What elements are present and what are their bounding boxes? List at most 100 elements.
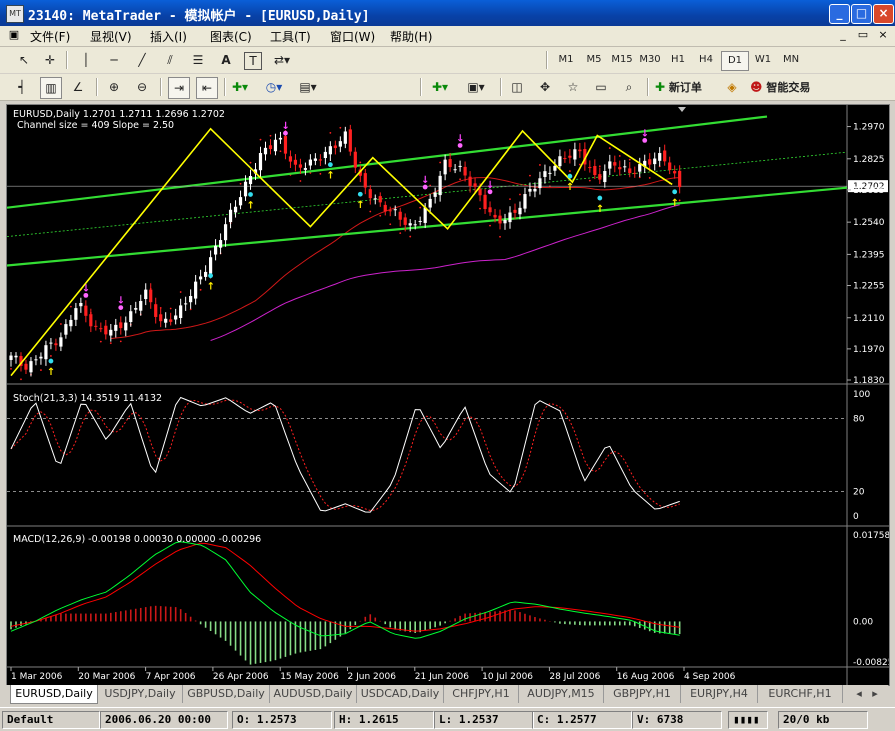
- mdi-minimize-icon[interactable]: _: [835, 28, 851, 42]
- tab-gbpusd-daily[interactable]: GBPUSD,Daily: [183, 685, 270, 703]
- terminal-icon[interactable]: ▭: [591, 77, 611, 97]
- stochastic-tick-label: 20: [853, 488, 865, 498]
- line-chart-icon[interactable]: ∠: [68, 77, 88, 97]
- arrows-dropdown-icon[interactable]: ⇄▾: [272, 50, 292, 70]
- horizontal-line-icon[interactable]: ─: [104, 50, 124, 70]
- metatrader-app-icon[interactable]: MT: [6, 5, 24, 23]
- title-bar[interactable]: MT 23140: MetaTrader - 模拟帐户 - [EURUSD,Da…: [0, 0, 895, 26]
- candle-body: [238, 197, 243, 206]
- menu-file[interactable]: 文件(F): [30, 28, 70, 45]
- parabolic-sar-dot: [399, 232, 402, 234]
- timeframe-h4[interactable]: H4: [693, 51, 719, 69]
- candle-body: [273, 139, 278, 152]
- folder-star-icon[interactable]: ☆: [563, 77, 583, 97]
- chart-canvas[interactable]: 1.2702 ↑ ↓ ↑ ↓ ↑ ↓ ↓ ↑ ↑ ↓ ↑ ↓ ↑ ↑ ↓ 1.2970 1.2825 1.268…: [7, 105, 889, 685]
- autoscroll-icon[interactable]: ⇥: [168, 77, 190, 99]
- candle-body: [318, 159, 322, 161]
- alert-icon[interactable]: ◈: [722, 77, 742, 97]
- menu-insert[interactable]: 插入(I): [150, 28, 187, 45]
- candle-body: [383, 204, 387, 212]
- candle-body: [558, 156, 562, 167]
- zoom-out-icon[interactable]: ⊖: [132, 77, 152, 97]
- timeframe-mn[interactable]: MN: [778, 51, 804, 69]
- status-traffic: 20/0 kb: [778, 711, 868, 729]
- timeframe-m15[interactable]: M15: [609, 51, 635, 69]
- text-label-icon[interactable]: T: [244, 52, 262, 70]
- periods-dropdown-icon[interactable]: ◷▾: [264, 77, 284, 97]
- candle-body: [54, 343, 58, 346]
- tab-eurchf-h1[interactable]: EURCHF,H1: [758, 685, 843, 703]
- menu-window[interactable]: 窗口(W): [330, 28, 375, 45]
- menu-view[interactable]: 显视(V): [90, 28, 132, 45]
- candle-body: [593, 165, 597, 176]
- navigator-icon[interactable]: ✥: [535, 77, 555, 97]
- chart-window[interactable]: 1.2702 ↑ ↓ ↑ ↓ ↑ ↓ ↓ ↑ ↑ ↓ ↑ ↓ ↑ ↑ ↓ 1.2970 1.2825 1.268…: [6, 104, 890, 686]
- equidistant-channel-icon[interactable]: ⫽: [160, 50, 180, 70]
- stochastic-label: Stoch(21,3,3) 14.3519 11.4132: [13, 393, 162, 404]
- tester-icon[interactable]: ⌕: [619, 77, 639, 97]
- status-profile[interactable]: Default: [2, 711, 100, 729]
- toolbar-separator: [96, 78, 98, 96]
- time-tick-label: 4 Sep 2006: [684, 672, 736, 682]
- mdi-restore-icon[interactable]: ▭: [855, 28, 871, 42]
- timeframe-h1[interactable]: H1: [665, 51, 691, 69]
- menu-tools[interactable]: 工具(T): [270, 28, 311, 45]
- tab-audusd-daily[interactable]: AUDUSD,Daily: [270, 685, 357, 703]
- mdi-close-icon[interactable]: ×: [875, 28, 891, 42]
- bar-chart-icon[interactable]: ┥: [12, 77, 32, 97]
- menu-chart[interactable]: 图表(C): [210, 28, 252, 45]
- minimize-button[interactable]: _: [829, 4, 850, 24]
- timeframe-w1[interactable]: W1: [750, 51, 776, 69]
- expert-advisors-button[interactable]: ☻ 智能交易: [750, 77, 826, 97]
- candle-body: [124, 322, 128, 331]
- candle-body: [568, 155, 572, 158]
- tab-usdcad-daily[interactable]: USDCAD,Daily: [357, 685, 444, 703]
- timeframe-m5[interactable]: M5: [581, 51, 607, 69]
- new-order-button[interactable]: ✚ 新订单: [655, 77, 717, 97]
- tab-gbpjpy-h1[interactable]: GBPJPY,H1: [604, 685, 681, 703]
- candlestick-icon[interactable]: ▥: [40, 77, 62, 99]
- tab-usdjpy-daily[interactable]: USDJPY,Daily: [98, 685, 183, 703]
- market-watch-icon[interactable]: ◫: [507, 77, 527, 97]
- cursor-icon[interactable]: ↖: [14, 50, 34, 70]
- tab-audjpy-m15[interactable]: AUDJPY,M15: [519, 685, 604, 703]
- tabs-scroll-left-icon[interactable]: ◂: [852, 685, 866, 703]
- timeframe-m30[interactable]: M30: [637, 51, 663, 69]
- tab-eurjpy-h4[interactable]: EURJPY,H4: [681, 685, 758, 703]
- crosshair-icon[interactable]: ✛: [40, 50, 60, 70]
- parabolic-sar-dot: [568, 170, 571, 172]
- chart-shift-marker[interactable]: [678, 107, 686, 112]
- zoom-in-icon[interactable]: ⊕: [104, 77, 124, 97]
- connection-bars-icon[interactable]: ▮▮▮▮: [728, 711, 768, 729]
- candle-body: [59, 337, 63, 347]
- templates-dropdown-icon[interactable]: ▤▾: [298, 77, 318, 97]
- close-button[interactable]: ×: [873, 4, 894, 24]
- chart-shift-icon[interactable]: ⇤: [196, 77, 218, 99]
- maximize-button[interactable]: □: [851, 4, 872, 24]
- new-chart-dropdown-icon[interactable]: ✚▾: [430, 77, 450, 97]
- down-fractal-arrow: ↓: [117, 296, 125, 307]
- parabolic-sar-dot: [259, 138, 262, 141]
- timeframe-m1[interactable]: M1: [553, 51, 579, 69]
- tab-eurusd-daily[interactable]: EURUSD,Daily: [10, 685, 98, 704]
- trendline-icon[interactable]: ╱: [132, 50, 152, 70]
- tab-chfjpy-h1[interactable]: CHFJPY,H1: [444, 685, 519, 703]
- vertical-line-icon[interactable]: │: [76, 50, 96, 70]
- up-fractal-arrow: ↑: [671, 198, 679, 209]
- candle-body: [418, 220, 422, 222]
- parabolic-sar-dot: [369, 210, 372, 213]
- candle-body: [268, 145, 273, 150]
- timeframe-d1[interactable]: D1: [721, 51, 749, 71]
- document-icon[interactable]: ▣: [6, 28, 22, 42]
- candle-body: [293, 159, 298, 165]
- indicators-dropdown-icon[interactable]: ✚▾: [230, 77, 250, 97]
- text-icon[interactable]: A: [216, 50, 236, 70]
- menu-help[interactable]: 帮助(H): [390, 28, 432, 45]
- profiles-dropdown-icon[interactable]: ▣▾: [466, 77, 486, 97]
- candle-body: [79, 302, 83, 307]
- candle-body: [548, 172, 552, 174]
- candle-body: [468, 176, 472, 186]
- tabs-scroll-right-icon[interactable]: ▸: [868, 685, 882, 703]
- fibonacci-icon[interactable]: ☰: [188, 50, 208, 70]
- chart-tabs: EURUSD,Daily USDJPY,Daily GBPUSD,Daily A…: [6, 685, 888, 705]
